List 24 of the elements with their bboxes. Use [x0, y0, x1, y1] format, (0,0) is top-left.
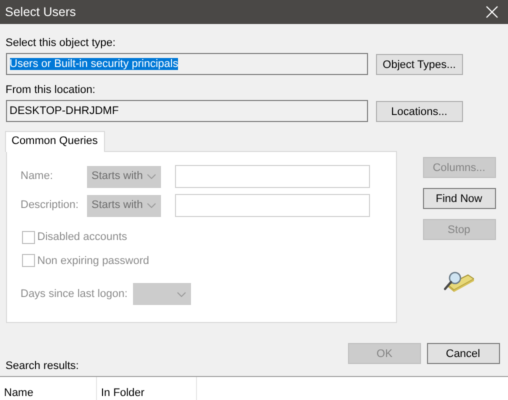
- field-label: Description:: [20, 198, 80, 214]
- object-types-button[interactable]: Object Types...: [376, 54, 463, 75]
- checkbox-label: Disabled accounts: [37, 230, 128, 245]
- column-header[interactable]: In Folder: [97, 377, 197, 400]
- input-field[interactable]: DESKTOP-DHRJDMF: [6, 100, 368, 122]
- field-label: Select this object type:: [6, 36, 117, 50]
- window-title: Select Users: [5, 4, 76, 21]
- input-field[interactable]: Users or Built-in security principals: [6, 53, 368, 75]
- side-button[interactable]: Find Now: [422, 188, 496, 209]
- field-label: Name:: [20, 169, 54, 184]
- text-field[interactable]: [174, 165, 370, 188]
- field-label: Days since last logon:: [20, 286, 128, 302]
- dialog-button[interactable]: Cancel: [426, 343, 500, 364]
- chevron-icon: [146, 203, 156, 208]
- field-label: From this location:: [6, 83, 96, 97]
- checkbox-label: Non expiring password: [37, 254, 150, 268]
- magnifier-tray-icon: [442, 271, 474, 293]
- chevron-icon: [176, 292, 186, 296]
- chevron-icon: [146, 174, 156, 179]
- results-label: Search results:: [6, 359, 79, 373]
- tab[interactable]: Common Queries: [4, 131, 105, 152]
- column-header[interactable]: Name: [0, 377, 97, 400]
- text-field[interactable]: [174, 194, 370, 217]
- locations-button[interactable]: Locations...: [376, 101, 463, 122]
